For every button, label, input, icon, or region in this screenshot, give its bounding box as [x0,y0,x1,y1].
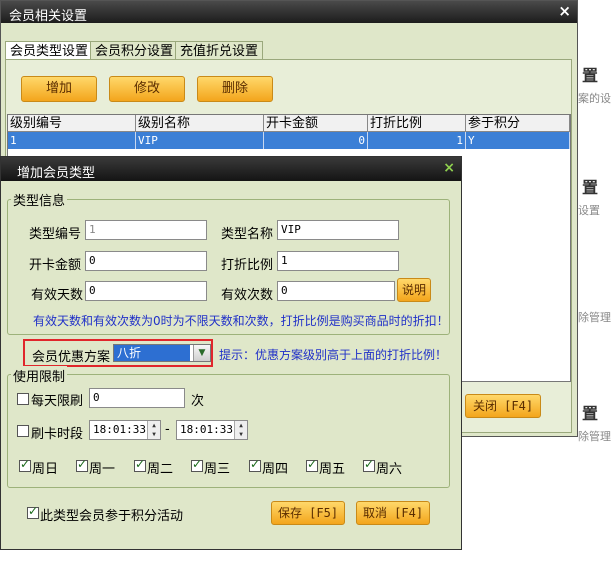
valid-days-label: 有效天数 [31,288,84,303]
points-activity-label: 此类型会员参于积分活动 [40,509,184,524]
bg-heading-3: 置 [582,404,599,423]
discount-plan-value[interactable]: 八折 [114,345,190,361]
time-start-input[interactable]: 18:01:33 ▲ ▼ [89,420,161,440]
weekday-fri-checkbox[interactable] [306,457,318,472]
tab-member-points[interactable]: 会员积分设置 [90,41,179,60]
weekday-tue-checkbox[interactable] [134,457,146,472]
close-button[interactable]: 关闭 [F4] [465,394,541,418]
weekday-sat-label: 周六 [376,462,403,477]
type-code-input[interactable]: 1 [85,220,207,240]
type-info-legend: 类型信息 [11,190,68,209]
type-name-label: 类型名称 [221,227,274,242]
time-start-spinner-icon[interactable]: ▲ ▼ [147,421,160,439]
time-end-value: 18:01:33 [180,423,233,436]
bg-heading-2: 置 [582,178,599,197]
daily-limit-checkbox[interactable] [17,393,29,405]
daily-limit-unit: 次 [191,394,205,409]
weekday-sat-checkbox[interactable] [363,457,375,472]
discount-plan-select[interactable]: 八折 ▼ [113,344,211,362]
weekday-fri-label: 周五 [319,462,346,477]
bg-text-1: 案的设 [578,92,611,105]
bg-text-4: 除管理 [578,430,611,443]
explain-button[interactable]: 说明 [397,278,431,302]
table-cell[interactable]: Y [466,132,570,149]
table-cell[interactable]: 1 [368,132,466,149]
weekday-thu-checkbox[interactable] [249,457,261,472]
delete-button[interactable]: 删除 [197,76,273,102]
member-settings-titlebar: 会员相关设置 × [1,1,577,24]
col-header-points[interactable]: 参于积分 [466,115,570,132]
weekday-mon-label: 周一 [89,462,116,477]
bg-text-3: 除管理 [578,311,611,324]
edit-button[interactable]: 修改 [109,76,185,102]
discount-plan-label: 会员优惠方案 [32,350,111,365]
valid-times-input[interactable]: 0 [277,281,395,301]
time-separator: - [165,422,170,437]
time-period-label: 刷卡时段 [31,427,84,442]
bg-heading-1: 置 [582,66,599,85]
valid-times-label: 有效次数 [221,288,274,303]
discount-label: 打折比例 [221,258,274,273]
usage-limit-legend: 使用限制 [11,366,68,385]
weekday-sun-label: 周日 [32,462,59,477]
dialog-title: 增加会员类型 [17,166,96,181]
discount-input[interactable]: 1 [277,251,399,271]
weekday-thu-label: 周四 [262,462,289,477]
col-header-open-amount[interactable]: 开卡金额 [264,115,368,132]
valid-days-input[interactable]: 0 [85,281,207,301]
weekday-sun-checkbox[interactable] [19,457,31,472]
discount-plan-hint: 提示：优惠方案级别高于上面的打折比例！ [219,348,448,362]
weekday-wed-label: 周三 [204,462,231,477]
open-amount-label: 开卡金额 [29,258,82,273]
chevron-down-icon[interactable]: ▼ [193,345,210,361]
col-header-discount[interactable]: 打折比例 [368,115,466,132]
weekday-wed-checkbox[interactable] [191,457,203,472]
window-close-icon[interactable]: × [558,3,571,19]
table-cell[interactable]: VIP [136,132,264,149]
dialog-close-icon[interactable]: × [443,160,455,176]
type-info-note: 有效天数和有效次数为0时为不限天数和次数，打折比例是购买商品时的折扣！ [33,314,449,328]
daily-limit-label: 每天限刷 [31,394,84,409]
dialog-titlebar: 增加会员类型 × [1,157,461,181]
col-header-level-code[interactable]: 级别编号 [8,115,136,132]
time-end-input[interactable]: 18:01:33 ▲ ▼ [176,420,248,440]
type-code-label: 类型编号 [29,227,82,242]
add-button[interactable]: 增加 [21,76,97,102]
time-end-spinner-icon[interactable]: ▲ ▼ [234,421,247,439]
points-activity-checkbox[interactable] [27,504,39,519]
daily-limit-input[interactable]: 0 [89,388,185,408]
tab-recharge-discount[interactable]: 充值折兑设置 [175,41,264,60]
col-header-level-name[interactable]: 级别名称 [136,115,264,132]
time-start-value: 18:01:33 [93,423,146,436]
weekday-mon-checkbox[interactable] [76,457,88,472]
bg-text-2: 设置 [578,204,600,217]
type-name-input[interactable]: VIP [277,220,399,240]
table-cell[interactable]: 0 [264,132,368,149]
table-cell[interactable]: 1 [8,132,136,149]
time-period-checkbox[interactable] [17,425,29,437]
open-amount-input[interactable]: 0 [85,251,207,271]
cancel-button[interactable]: 取消 [F4] [356,501,430,525]
tab-member-type[interactable]: 会员类型设置 [5,41,94,60]
window-title: 会员相关设置 [9,9,88,24]
discount-plan-highlight: 会员优惠方案 八折 ▼ [23,339,213,367]
weekday-tue-label: 周二 [147,462,174,477]
add-member-type-dialog: 增加会员类型 × 类型信息 类型编号 1 类型名称 VIP 开卡金额 0 打折比… [0,156,462,550]
save-button[interactable]: 保存 [F5] [271,501,345,525]
